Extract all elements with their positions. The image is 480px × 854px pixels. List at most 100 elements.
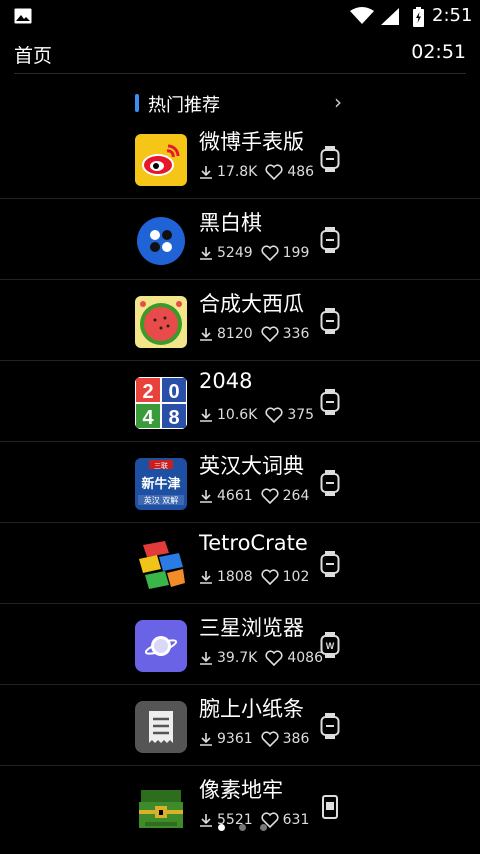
download-count: 5249 [217, 245, 253, 261]
dictionary-subtitle: 英汉 双解 [144, 495, 179, 505]
chevron-right-icon[interactable]: › [334, 90, 342, 114]
signal-icon [381, 8, 399, 25]
list-item[interactable]: 黑白棋 5249 199 [0, 199, 480, 280]
watch-icon [320, 146, 340, 172]
download-icon [200, 571, 212, 584]
download-count: 8120 [217, 326, 253, 342]
section-header-hot[interactable]: 热门推荐 › [0, 90, 480, 120]
app-stats: 1808 102 [199, 569, 309, 585]
heart-icon [261, 326, 279, 342]
app-list: 微博手表版 17.8K 486 黑白棋 5249 199 合成大西瓜 8120 … [0, 118, 480, 847]
app-name: 英汉大词典 [199, 454, 304, 478]
heart-icon [261, 569, 279, 585]
page-dot[interactable] [260, 824, 267, 831]
dictionary-icon: 三联 新牛津 英汉 双解 [135, 458, 187, 510]
dictionary-badge: 三联 [154, 461, 168, 470]
app-stats: 5249 199 [199, 245, 309, 261]
tetrocrate-icon [135, 539, 187, 591]
like-count: 4086 [287, 650, 323, 666]
watch-icon [320, 713, 340, 739]
notes-icon [135, 701, 187, 753]
download-count: 9361 [217, 731, 253, 747]
image-icon [14, 8, 32, 24]
download-icon [200, 490, 212, 503]
list-item[interactable]: 2 0 4 8 2048 10.6K 375 [0, 361, 480, 442]
pixel-dungeon-icon [135, 782, 187, 834]
watermelon-icon [135, 296, 187, 348]
watch-icon [320, 227, 340, 253]
tile-digit: 0 [168, 381, 179, 403]
app-name: 黑白棋 [199, 211, 262, 235]
app-stats: 8120 336 [199, 326, 309, 342]
tile-digit: 4 [142, 407, 154, 429]
app-name: 腕上小纸条 [199, 697, 304, 721]
like-count: 102 [282, 569, 310, 585]
heart-icon [261, 731, 279, 747]
page-dot-active[interactable] [218, 824, 225, 831]
samsung-browser-icon [135, 620, 187, 672]
status-bar: 2:51 [0, 0, 480, 32]
watch-icon [320, 551, 340, 577]
app-stats: 4661 264 [199, 488, 309, 504]
download-icon [200, 814, 212, 827]
download-icon [200, 328, 212, 341]
list-item[interactable]: 腕上小纸条 9361 386 [0, 685, 480, 766]
heart-icon [265, 407, 283, 423]
app-name: 三星浏览器 [199, 616, 304, 640]
header-divider [14, 73, 466, 74]
app-name: 合成大西瓜 [199, 292, 304, 316]
list-item[interactable]: 微博手表版 17.8K 486 [0, 118, 480, 199]
weibo-icon [135, 134, 187, 186]
app-stats: 39.7K 4086 [199, 650, 323, 666]
list-item[interactable]: 像素地牢 5521 631 [0, 766, 480, 847]
list-item[interactable]: 三星浏览器 39.7K 4086 W [0, 604, 480, 685]
phone-icon [322, 795, 338, 819]
page-title: 首页 [14, 45, 53, 67]
download-count: 39.7K [217, 650, 258, 666]
like-count: 631 [282, 812, 310, 828]
like-count: 264 [282, 488, 310, 504]
like-count: 486 [287, 164, 315, 180]
download-count: 4661 [217, 488, 253, 504]
watch-icon [320, 389, 340, 415]
list-item[interactable]: TetroCrate 1808 102 [0, 523, 480, 604]
battery-icon [413, 7, 424, 27]
tile-digit: 2 [142, 381, 153, 403]
like-count: 199 [282, 245, 310, 261]
app-stats: 17.8K 486 [199, 164, 314, 180]
reversi-icon [135, 215, 187, 267]
app-stats: 10.6K 375 [199, 407, 314, 423]
download-count: 10.6K [217, 407, 258, 423]
header-clock: 02:51 [411, 41, 466, 63]
section-title: 热门推荐 [148, 95, 220, 116]
wear-letter: W [326, 641, 335, 651]
section-accent-bar [135, 94, 139, 112]
watch-icon [320, 308, 340, 334]
tile-digit: 8 [168, 407, 179, 429]
download-icon [200, 652, 212, 665]
heart-icon [265, 164, 283, 180]
dictionary-title: 新牛津 [141, 476, 180, 492]
app-name: TetroCrate [199, 531, 308, 555]
app-name: 微博手表版 [199, 130, 304, 154]
app-stats: 9361 386 [199, 731, 309, 747]
download-icon [200, 166, 212, 179]
list-item[interactable]: 合成大西瓜 8120 336 [0, 280, 480, 361]
like-count: 375 [287, 407, 315, 423]
download-icon [200, 247, 212, 260]
heart-icon [261, 245, 279, 261]
heart-icon [261, 488, 279, 504]
app-name: 像素地牢 [199, 778, 283, 802]
like-count: 336 [282, 326, 310, 342]
page-dot[interactable] [239, 824, 246, 831]
game-2048-icon: 2 0 4 8 [135, 377, 187, 429]
download-count: 1808 [217, 569, 253, 585]
wear-os-icon: W [320, 632, 340, 658]
status-time: 2:51 [432, 5, 473, 26]
app-name: 2048 [199, 369, 253, 393]
download-icon [200, 733, 212, 746]
heart-icon [265, 650, 283, 666]
app-header: 首页 02:51 [0, 34, 480, 70]
list-item[interactable]: 三联 新牛津 英汉 双解 英汉大词典 4661 264 [0, 442, 480, 523]
wifi-icon [350, 7, 374, 24]
